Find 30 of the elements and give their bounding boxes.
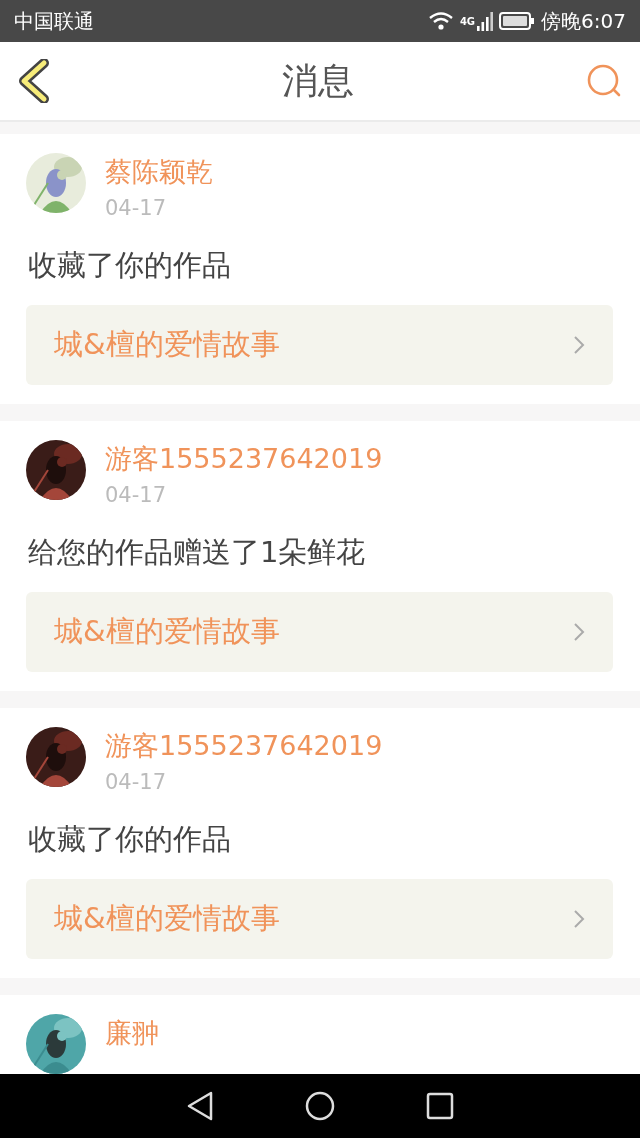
user-name[interactable]: 廉翀 xyxy=(105,1014,159,1052)
message-date: 04-17 xyxy=(105,769,168,796)
chevron-icon xyxy=(573,909,585,929)
home-icon[interactable] xyxy=(305,1091,335,1121)
battery-icon xyxy=(499,12,536,30)
signal-icon xyxy=(477,11,494,31)
chevron-icon xyxy=(573,335,585,355)
wifi-icon xyxy=(427,11,454,31)
work-title: 城&檀的爱情故事 xyxy=(54,613,280,650)
carrier-name: 中国联通 xyxy=(14,7,94,35)
user-name[interactable]: 游客1555237642019 xyxy=(105,440,383,478)
work-link[interactable]: 城&檀的爱情故事 xyxy=(26,592,613,672)
work-title: 城&檀的爱情故事 xyxy=(54,326,280,363)
message-text: 收藏了你的作品 xyxy=(28,247,232,284)
recents-icon[interactable] xyxy=(426,1092,455,1120)
message-date: 04-17 xyxy=(105,482,168,509)
clock: 傍晚6:07 xyxy=(541,7,626,35)
page-title: 消息 xyxy=(282,58,354,103)
network-label: 4G xyxy=(459,15,476,27)
work-link[interactable]: 城&檀的爱情故事 xyxy=(26,305,613,385)
message-text: 给您的作品赠送了1朵鲜花 xyxy=(28,534,367,571)
message-date: 04-17 xyxy=(105,195,168,222)
user-name[interactable]: 蔡陈颖乾 xyxy=(105,153,213,191)
work-link[interactable]: 城&檀的爱情故事 xyxy=(26,879,613,959)
user-name[interactable]: 游客1555237642019 xyxy=(105,727,383,765)
back-icon[interactable] xyxy=(185,1091,214,1121)
back-icon[interactable] xyxy=(18,59,50,103)
work-title: 城&檀的爱情故事 xyxy=(54,900,280,937)
chevron-icon xyxy=(573,622,585,642)
message-text: 收藏了你的作品 xyxy=(28,821,232,858)
